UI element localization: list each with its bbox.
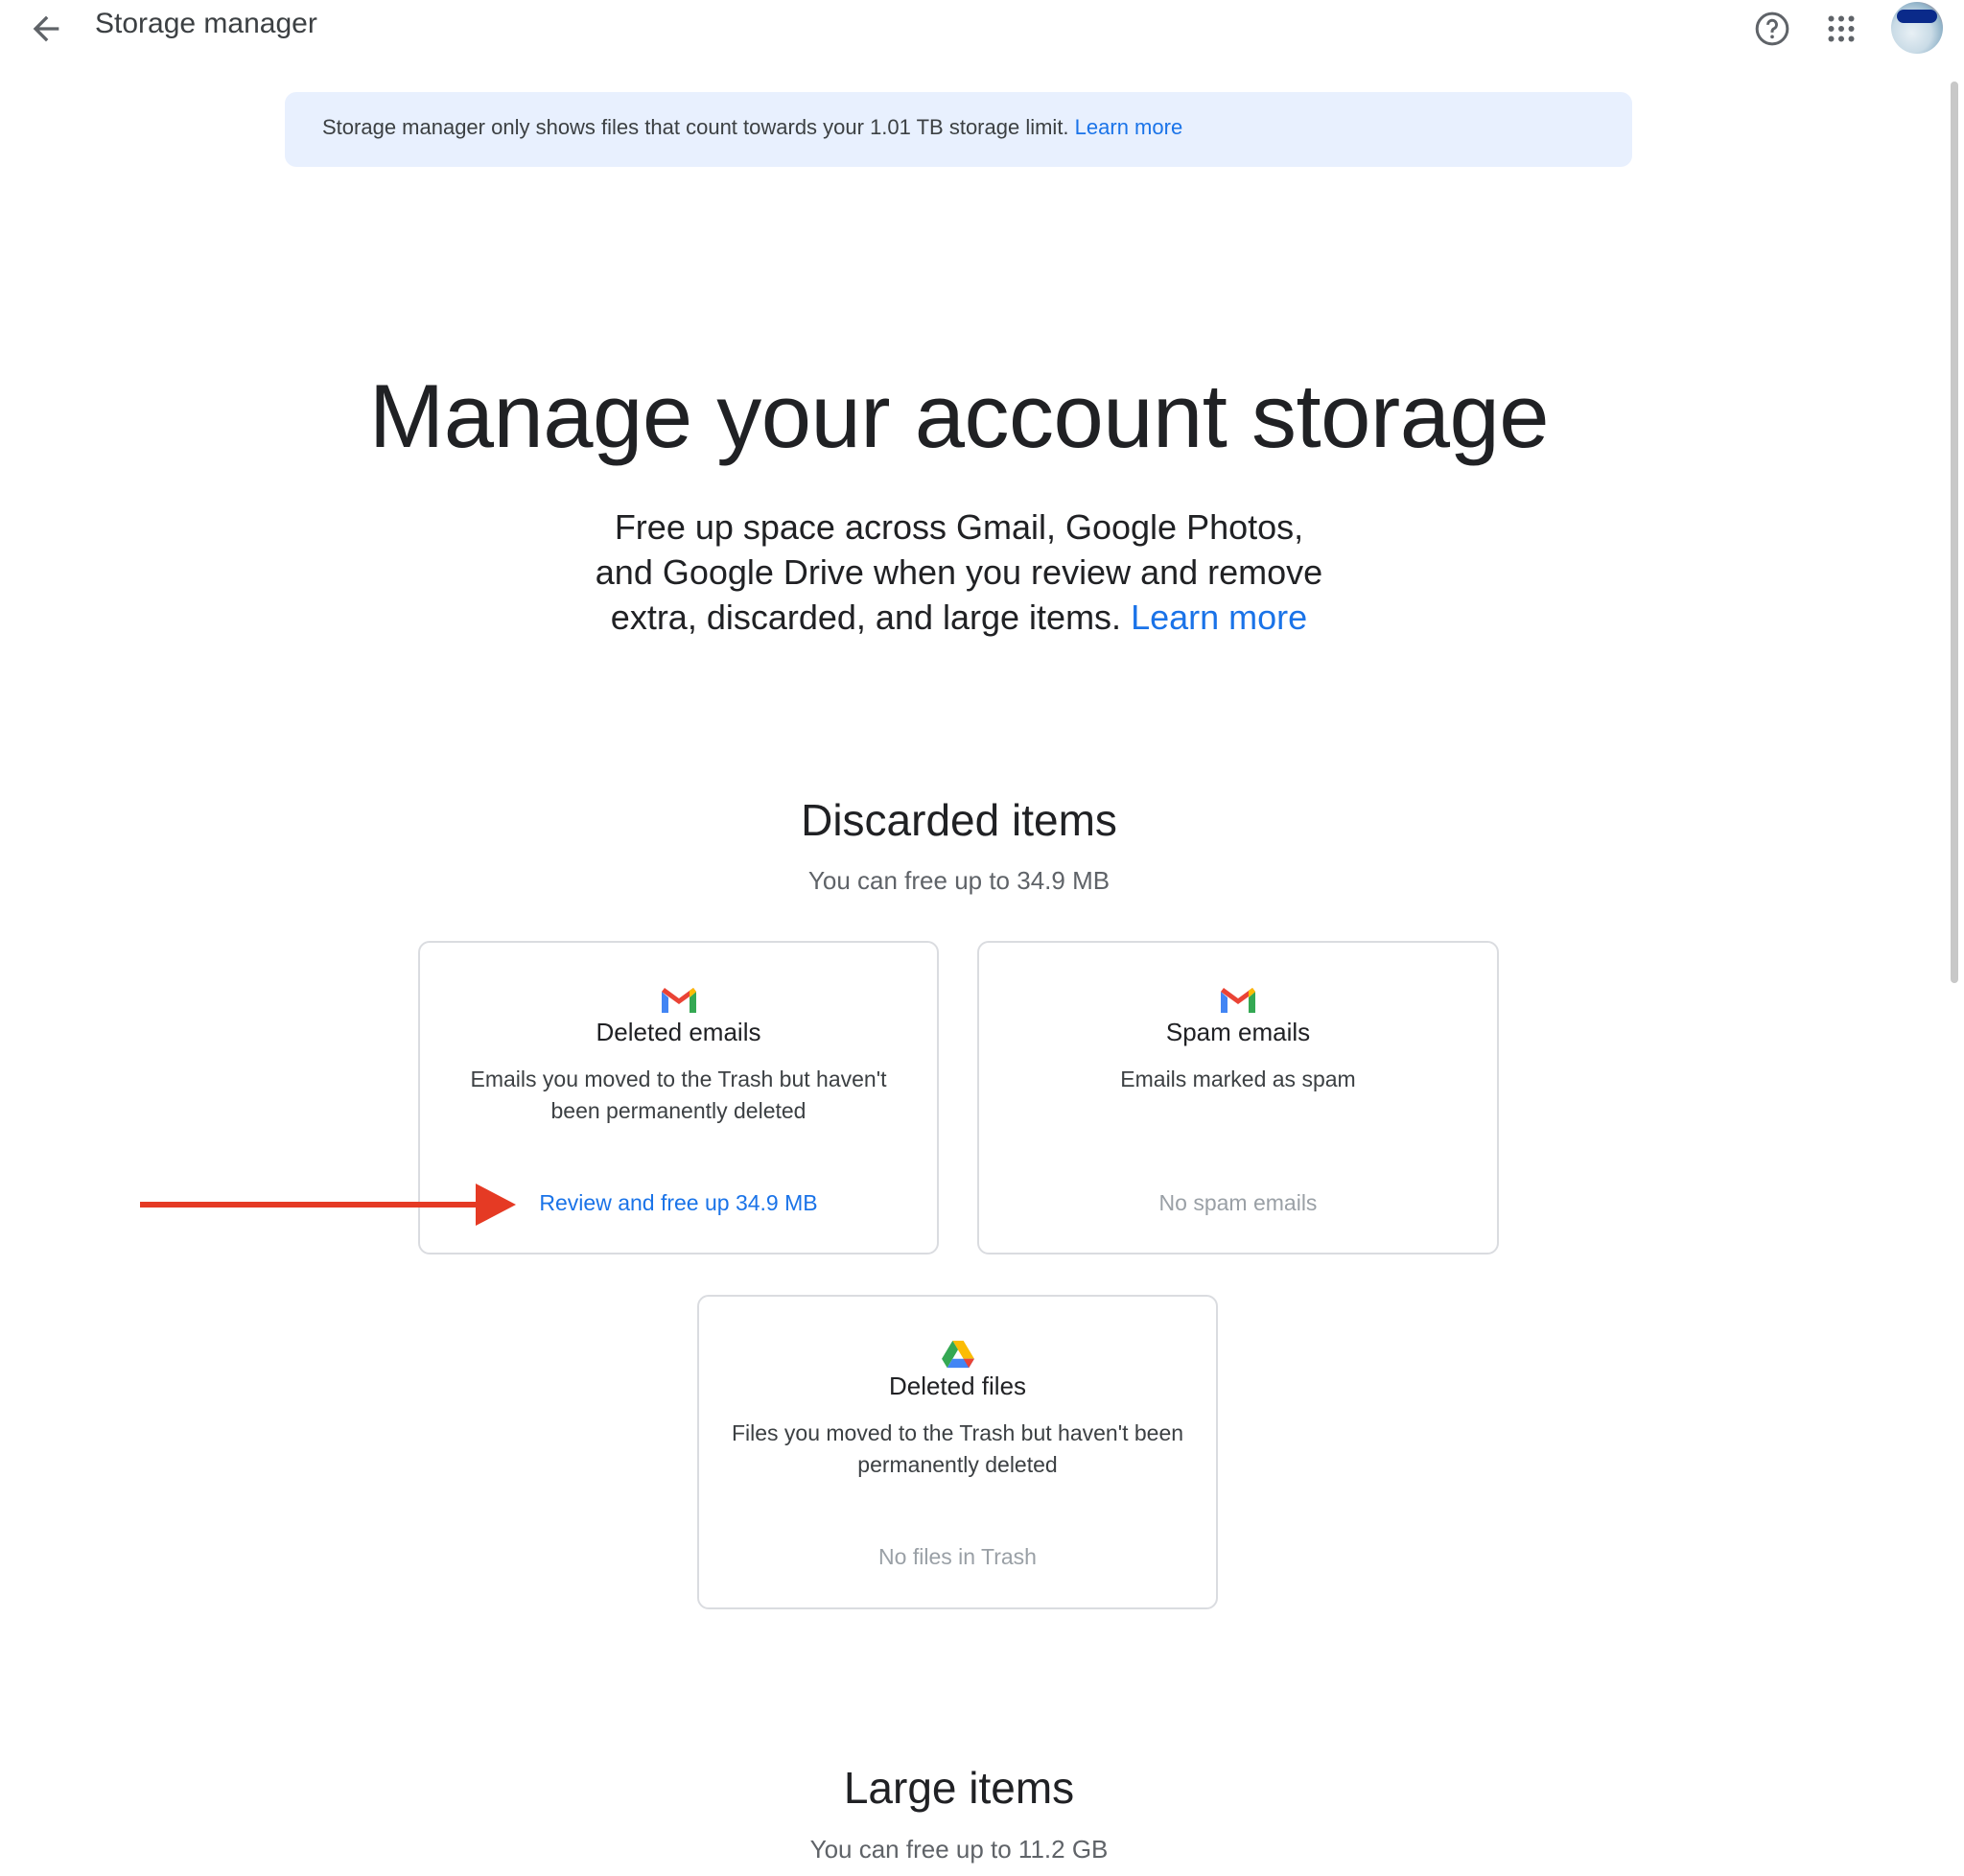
- help-button[interactable]: [1753, 10, 1791, 48]
- card-status: No spam emails: [979, 1190, 1497, 1216]
- card-spam-emails: Spam emails Emails marked as spam No spa…: [977, 941, 1499, 1255]
- gmail-icon: [660, 985, 698, 1016]
- large-section-subtitle: You can free up to 11.2 GB: [0, 1835, 1918, 1864]
- page-subtitle: Free up space across Gmail, Google Photo…: [0, 504, 1918, 640]
- page-title: Manage your account storage: [0, 364, 1918, 468]
- google-drive-icon: [939, 1339, 977, 1370]
- annotation-arrow-icon: [134, 1180, 527, 1230]
- card-deleted-files: Deleted files Files you moved to the Tra…: [697, 1295, 1218, 1609]
- banner-learn-more-link[interactable]: Learn more: [1075, 115, 1183, 139]
- card-title: Deleted emails: [420, 1018, 937, 1047]
- app-title: Storage manager: [95, 8, 317, 40]
- card-description: Emails you moved to the Trash but haven'…: [449, 1064, 908, 1127]
- hero-learn-more-link[interactable]: Learn more: [1131, 598, 1307, 637]
- back-button[interactable]: [27, 10, 65, 48]
- scrollbar[interactable]: [1951, 82, 1958, 983]
- arrow-left-icon: [27, 10, 65, 48]
- large-section-title: Large items: [0, 1762, 1918, 1814]
- review-deleted-emails-link[interactable]: Review and free up 34.9 MB: [539, 1190, 817, 1215]
- subtitle-line: Free up space across Gmail, Google Photo…: [0, 504, 1918, 550]
- card-status: No files in Trash: [699, 1544, 1216, 1570]
- apps-button[interactable]: [1824, 12, 1859, 46]
- discarded-section-title: Discarded items: [0, 794, 1918, 846]
- account-avatar[interactable]: [1891, 2, 1943, 54]
- apps-grid-icon: [1824, 12, 1859, 46]
- subtitle-line: extra, discarded, and large items.: [611, 598, 1121, 637]
- info-banner: Storage manager only shows files that co…: [285, 92, 1632, 167]
- help-circle-icon: [1753, 10, 1791, 48]
- gmail-icon: [1219, 985, 1257, 1016]
- card-title: Spam emails: [979, 1018, 1497, 1047]
- avatar-image: [1897, 10, 1937, 23]
- banner-text: Storage manager only shows files that co…: [322, 115, 1069, 139]
- card-description: Emails marked as spam: [1008, 1064, 1468, 1095]
- discarded-section-subtitle: You can free up to 34.9 MB: [0, 866, 1918, 896]
- card-title: Deleted files: [699, 1372, 1216, 1401]
- card-description: Files you moved to the Trash but haven't…: [728, 1418, 1187, 1481]
- subtitle-line: and Google Drive when you review and rem…: [0, 550, 1918, 595]
